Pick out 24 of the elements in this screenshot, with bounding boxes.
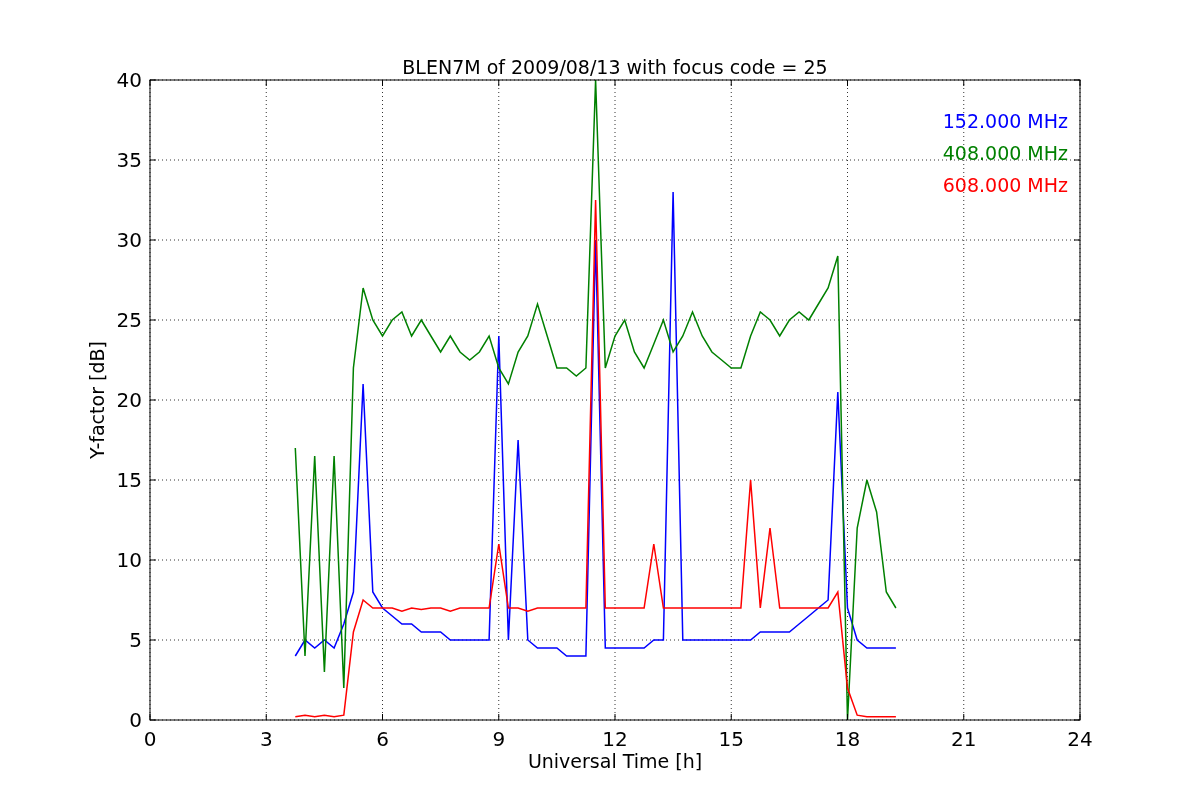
x-tick-label: 21 bbox=[951, 727, 977, 751]
x-tick-label: 15 bbox=[718, 727, 744, 751]
x-tick-label: 3 bbox=[259, 727, 273, 751]
y-tick-label: 5 bbox=[129, 628, 142, 652]
x-tick-label: 9 bbox=[492, 727, 506, 751]
x-axis-label: Universal Time [h] bbox=[527, 750, 703, 772]
legend-label: 152.000 MHz bbox=[942, 110, 1068, 132]
y-tick-label: 10 bbox=[116, 548, 142, 572]
y-tick-label: 15 bbox=[116, 468, 142, 492]
y-tick-label: 35 bbox=[116, 148, 142, 172]
legend-label: 408.000 MHz bbox=[942, 142, 1068, 164]
x-tick-label: 0 bbox=[143, 727, 157, 751]
legend-label: 608.000 MHz bbox=[942, 174, 1068, 196]
y-tick-label: 20 bbox=[116, 388, 142, 412]
y-tick-label: 0 bbox=[129, 708, 142, 732]
y-tick-label: 25 bbox=[116, 308, 142, 332]
y-tick-label: 30 bbox=[116, 228, 142, 252]
y-axis-label: Y-factor [dB] bbox=[86, 341, 108, 459]
y-tick-label: 40 bbox=[116, 68, 142, 92]
x-tick-label: 18 bbox=[834, 727, 861, 751]
chart-title: BLEN7M of 2009/08/13 with focus code = 25 bbox=[402, 56, 828, 78]
x-tick-label: 24 bbox=[1067, 727, 1093, 751]
x-tick-label: 12 bbox=[602, 727, 628, 751]
x-tick-label: 6 bbox=[376, 727, 389, 751]
